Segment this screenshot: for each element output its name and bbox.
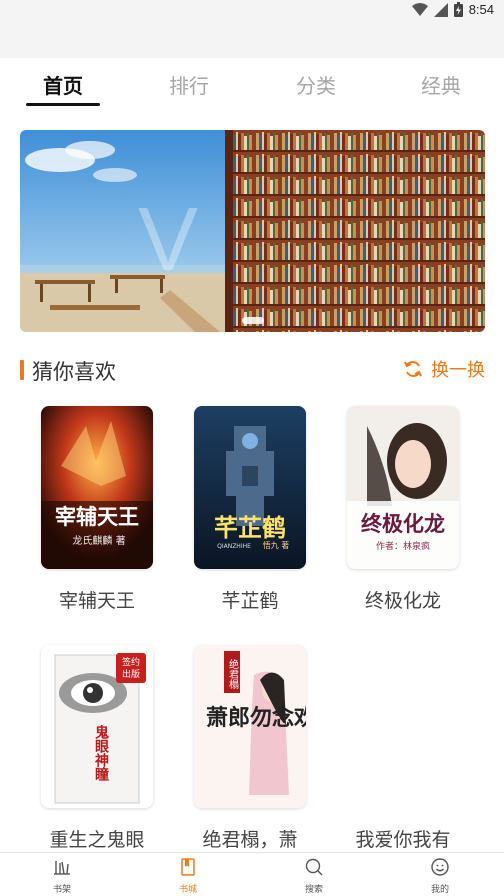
svg-text:V: V — [138, 190, 198, 290]
cover-title: 终极化龙 — [361, 512, 445, 536]
book-card[interactable]: 宰辅天王 龙氏麒麟 著 宰辅天王 — [27, 406, 167, 613]
refresh-icon — [404, 361, 422, 377]
search-icon — [305, 858, 323, 876]
recommend-section-header: 猜你喜欢 换一换 — [20, 356, 485, 384]
cover-subtitle: QIANZHIHE — [217, 543, 251, 550]
banner-carousel[interactable]: V — [20, 130, 485, 332]
book-cover: 绝君榻 萧郎勿念欢 — [194, 645, 306, 808]
tab-home[interactable]: 首页 — [23, 70, 103, 100]
cover-title: 芊芷鹤 — [214, 514, 286, 542]
book-title: 宰辅天王 — [58, 590, 135, 612]
book-card[interactable]: 绝君榻 萧郎勿念欢 绝君榻，萧 — [180, 645, 320, 852]
cover-title: 宰辅天王 — [55, 505, 139, 529]
status-time: 8:54 — [468, 2, 494, 17]
book-cover: 芊芷鹤 QIANZHIHE 悟九 著 — [194, 406, 306, 569]
book-cover: 终极化龙 作者：林泉疯 — [347, 406, 459, 569]
book-title: 终极化龙 — [364, 590, 441, 612]
bookshelf-icon — [54, 861, 70, 875]
book-title: 重生之鬼眼 — [49, 829, 145, 851]
cover-author: 龙氏麒麟 著 — [72, 534, 125, 547]
section-accent-bar — [20, 360, 24, 380]
refresh-button[interactable]: 换一换 — [403, 356, 485, 382]
book-card[interactable]: 芊芷鹤 QIANZHIHE 悟九 著 芊芷鹤 — [180, 406, 320, 613]
active-tab-indicator — [26, 103, 100, 106]
wifi-icon — [411, 2, 428, 16]
book-icon — [181, 858, 195, 876]
cover-badge: 签约 — [122, 656, 140, 668]
bottom-nav: 书架 书城 搜索 我的 — [0, 852, 504, 896]
cover-title: 萧郎勿念欢 — [206, 705, 306, 731]
profile-icon — [431, 858, 449, 876]
cover-title: 鬼眼神瞳 — [93, 724, 109, 782]
nav-label: 书架 — [52, 885, 71, 895]
refresh-label: 换一换 — [431, 360, 485, 381]
cover-author: 作者：林泉疯 — [376, 540, 430, 552]
nav-label: 我的 — [430, 885, 449, 895]
banner-image: V — [20, 130, 485, 332]
nav-search[interactable]: 搜索 — [284, 857, 344, 895]
book-card[interactable]: 签约 出版 鬼眼神瞳 重生之鬼眼 — [27, 645, 167, 852]
signal-icon — [433, 2, 448, 17]
battery-icon — [453, 2, 463, 17]
tab-classic[interactable]: 经典 — [401, 70, 481, 100]
top-band — [0, 20, 504, 58]
svg-text:出版: 出版 — [122, 668, 140, 680]
book-cover: 宰辅天王 龙氏麒麟 著 — [41, 406, 153, 569]
status-bar: 8:54 — [0, 0, 504, 20]
book-cover: 签约 出版 鬼眼神瞳 — [41, 645, 153, 808]
cover-author: 悟九 著 — [263, 540, 290, 550]
nav-label: 搜索 — [304, 885, 323, 895]
book-title: 绝君榻，萧 — [202, 829, 298, 851]
nav-profile[interactable]: 我的 — [410, 857, 470, 895]
book-card[interactable]: 我爱你我有 — [333, 645, 473, 852]
nav-bookshelf[interactable]: 书架 — [32, 857, 92, 895]
book-card[interactable]: 终极化龙 作者：林泉疯 终极化龙 — [333, 406, 473, 613]
nav-bookstore[interactable]: 书城 — [158, 857, 218, 895]
section-title: 猜你喜欢 — [32, 360, 116, 384]
cover-top-title: 绝君榻 — [227, 658, 239, 690]
carousel-indicator[interactable] — [242, 317, 264, 324]
tab-category[interactable]: 分类 — [276, 70, 356, 100]
book-cover — [347, 645, 459, 808]
book-title: 芊芷鹤 — [221, 590, 279, 612]
nav-label: 书城 — [178, 885, 197, 895]
book-title: 我爱你我有 — [355, 829, 451, 851]
tab-ranking[interactable]: 排行 — [149, 70, 229, 100]
